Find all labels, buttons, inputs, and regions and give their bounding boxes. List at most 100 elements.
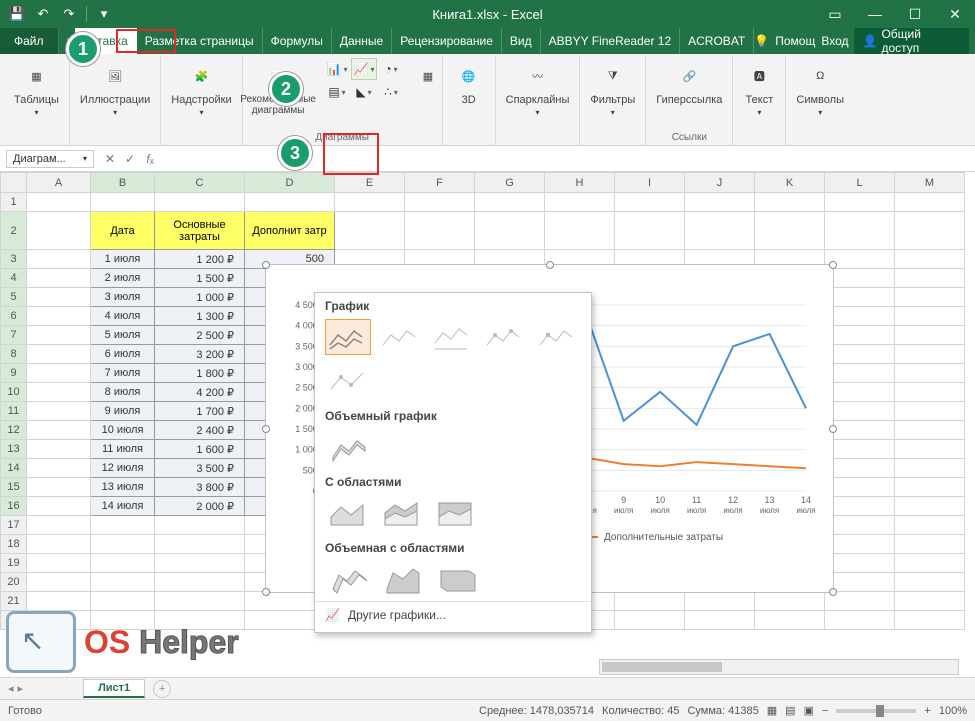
- cell[interactable]: 2 000 ₽: [155, 497, 245, 516]
- cell[interactable]: [825, 440, 895, 459]
- cell[interactable]: 3 200 ₽: [155, 345, 245, 364]
- cell[interactable]: 1 600 ₽: [155, 440, 245, 459]
- cell[interactable]: [155, 554, 245, 573]
- cell[interactable]: 11 июля: [91, 440, 155, 459]
- cell[interactable]: [895, 497, 965, 516]
- cell[interactable]: [825, 345, 895, 364]
- cell[interactable]: [895, 326, 965, 345]
- resize-handle[interactable]: [262, 425, 270, 433]
- cell[interactable]: 4 июля: [91, 307, 155, 326]
- cell[interactable]: 9 июля: [91, 402, 155, 421]
- row-header[interactable]: 15: [1, 478, 27, 497]
- cell[interactable]: [825, 535, 895, 554]
- resize-handle[interactable]: [829, 588, 837, 596]
- resize-handle[interactable]: [829, 425, 837, 433]
- cell[interactable]: 6 июля: [91, 345, 155, 364]
- cell[interactable]: [825, 193, 895, 212]
- horizontal-scrollbar[interactable]: [599, 659, 959, 675]
- column-header[interactable]: C: [155, 173, 245, 193]
- column-chart-button[interactable]: 📊: [324, 58, 350, 80]
- resize-handle[interactable]: [262, 261, 270, 269]
- cell[interactable]: [895, 193, 965, 212]
- tab-review[interactable]: Рецензирование: [392, 28, 502, 54]
- cell[interactable]: [27, 364, 91, 383]
- column-header[interactable]: D: [245, 173, 335, 193]
- line-chart-stacked[interactable]: [377, 319, 423, 355]
- row-header[interactable]: 13: [1, 440, 27, 459]
- line-chart-basic[interactable]: [325, 319, 371, 355]
- cell[interactable]: 1 500 ₽: [155, 269, 245, 288]
- tab-page-layout[interactable]: Разметка страницы: [137, 28, 263, 54]
- cell[interactable]: [545, 212, 615, 250]
- line-chart-100pct-markers[interactable]: [325, 363, 373, 399]
- cell[interactable]: 1 800 ₽: [155, 364, 245, 383]
- cell[interactable]: 1 июля: [91, 250, 155, 269]
- cell[interactable]: [895, 516, 965, 535]
- sign-in[interactable]: Вход: [821, 34, 848, 48]
- column-header[interactable]: A: [27, 173, 91, 193]
- cell[interactable]: [27, 250, 91, 269]
- cell[interactable]: [27, 269, 91, 288]
- cell[interactable]: [91, 592, 155, 611]
- tab-view[interactable]: Вид: [502, 28, 541, 54]
- resize-handle[interactable]: [829, 261, 837, 269]
- cell[interactable]: [545, 193, 615, 212]
- cell[interactable]: [27, 212, 91, 250]
- ribbon-options-icon[interactable]: ▭: [815, 0, 855, 28]
- view-pagebreak-icon[interactable]: ▣: [804, 704, 814, 717]
- cell[interactable]: [825, 554, 895, 573]
- cell[interactable]: [27, 573, 91, 592]
- 3d-area-chart[interactable]: [325, 561, 373, 597]
- 3d-map-button[interactable]: 🌐 3D: [449, 58, 489, 108]
- cell[interactable]: [27, 497, 91, 516]
- minimize-icon[interactable]: —: [855, 0, 895, 28]
- cell[interactable]: 1 000 ₽: [155, 288, 245, 307]
- column-header[interactable]: B: [91, 173, 155, 193]
- cell[interactable]: 14 июля: [91, 497, 155, 516]
- area-chart-100pct[interactable]: [433, 495, 481, 531]
- cell[interactable]: [825, 383, 895, 402]
- resize-handle[interactable]: [546, 261, 554, 269]
- row-header[interactable]: 17: [1, 516, 27, 535]
- cell[interactable]: 1 700 ₽: [155, 402, 245, 421]
- save-icon[interactable]: 💾: [6, 3, 28, 25]
- cell[interactable]: [895, 383, 965, 402]
- zoom-out-icon[interactable]: −: [822, 705, 828, 717]
- name-box[interactable]: Диаграм... ▾: [6, 150, 94, 168]
- sheet-tab-active[interactable]: Лист1: [83, 679, 145, 698]
- column-header[interactable]: G: [475, 173, 545, 193]
- cell[interactable]: [27, 421, 91, 440]
- qat-customize-icon[interactable]: ▾: [93, 3, 115, 25]
- row-header[interactable]: 6: [1, 307, 27, 326]
- tab-data[interactable]: Данные: [332, 28, 392, 54]
- cell[interactable]: [825, 611, 895, 630]
- cell[interactable]: [155, 535, 245, 554]
- cell[interactable]: 1 300 ₽: [155, 307, 245, 326]
- cell[interactable]: [155, 516, 245, 535]
- cell[interactable]: [685, 611, 755, 630]
- cell[interactable]: [895, 250, 965, 269]
- filters-button[interactable]: ⧩ Фильтры ▾: [586, 58, 639, 119]
- cell[interactable]: [27, 478, 91, 497]
- cell[interactable]: [91, 554, 155, 573]
- row-header[interactable]: 19: [1, 554, 27, 573]
- close-icon[interactable]: ✕: [935, 0, 975, 28]
- cell[interactable]: [755, 212, 825, 250]
- cell[interactable]: 13 июля: [91, 478, 155, 497]
- tab-formulas[interactable]: Формулы: [263, 28, 332, 54]
- row-header[interactable]: 11: [1, 402, 27, 421]
- row-header[interactable]: 10: [1, 383, 27, 402]
- cell[interactable]: [895, 288, 965, 307]
- row-header[interactable]: 14: [1, 459, 27, 478]
- maximize-icon[interactable]: ☐: [895, 0, 935, 28]
- cell[interactable]: [825, 307, 895, 326]
- area-chart-stacked[interactable]: [379, 495, 427, 531]
- cell[interactable]: [825, 364, 895, 383]
- scroll-thumb[interactable]: [602, 662, 722, 672]
- cell[interactable]: [825, 516, 895, 535]
- cell[interactable]: Дополнит затр: [245, 212, 335, 250]
- column-header[interactable]: E: [335, 173, 405, 193]
- cell[interactable]: [27, 288, 91, 307]
- cell[interactable]: 3 800 ₽: [155, 478, 245, 497]
- cell[interactable]: 12 июля: [91, 459, 155, 478]
